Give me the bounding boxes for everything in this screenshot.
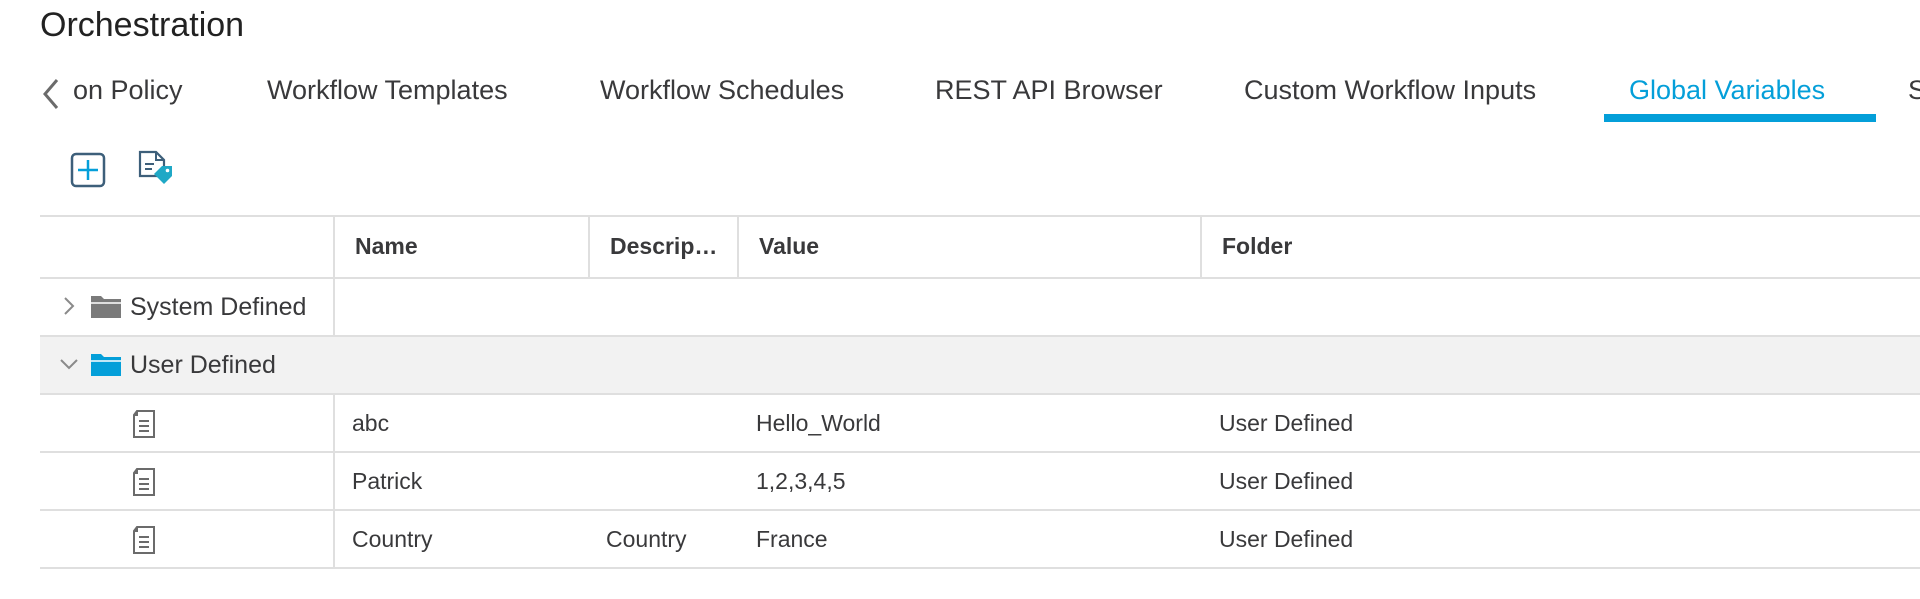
document-icon bbox=[133, 410, 155, 438]
cell-name: Country bbox=[352, 526, 433, 552]
group-label: User Defined bbox=[130, 351, 276, 379]
document-icon bbox=[133, 468, 155, 496]
active-tab-indicator bbox=[1604, 114, 1876, 122]
chevron-left-icon bbox=[43, 79, 59, 109]
cell-value: Hello_World bbox=[756, 410, 881, 436]
column-header-name[interactable]: Name bbox=[333, 217, 588, 277]
chevron-down-icon bbox=[60, 359, 78, 370]
cell-name: Patrick bbox=[352, 468, 423, 494]
document-icon bbox=[133, 526, 155, 554]
tab-bar: on Policy Workflow Templates Workflow Sc… bbox=[0, 62, 1920, 126]
add-variable-button[interactable] bbox=[66, 148, 110, 192]
chevron-right-icon bbox=[64, 297, 75, 315]
tab-orchestration-policy[interactable]: on Policy bbox=[73, 72, 183, 108]
table-row[interactable]: Patrick 1,2,3,4,5 User Defined bbox=[40, 453, 1920, 511]
tab-next-partial[interactable]: S bbox=[1908, 72, 1920, 108]
cell-value: France bbox=[756, 526, 828, 552]
global-variables-table: Name Descrip… Value Folder System Define… bbox=[40, 215, 1920, 569]
cell-folder: User Defined bbox=[1219, 468, 1354, 494]
tab-workflow-templates[interactable]: Workflow Templates bbox=[267, 72, 508, 108]
table-row[interactable]: abc Hello_World User Defined bbox=[40, 395, 1920, 453]
group-row-user-defined[interactable]: User Defined bbox=[40, 337, 1920, 395]
tab-rest-api-browser[interactable]: REST API Browser bbox=[935, 72, 1163, 108]
tab-global-variables[interactable]: Global Variables bbox=[1629, 72, 1825, 108]
cell-folder: User Defined bbox=[1219, 410, 1354, 436]
table-row[interactable]: Country Country France User Defined bbox=[40, 511, 1920, 569]
add-square-icon bbox=[70, 152, 106, 188]
tabs-scroll-left-button[interactable] bbox=[36, 76, 66, 112]
group-row-system-defined[interactable]: System Defined bbox=[40, 279, 1920, 337]
collapse-toggle[interactable] bbox=[58, 353, 80, 375]
column-header-description[interactable]: Descrip… bbox=[588, 217, 737, 277]
page-title: Orchestration bbox=[40, 6, 245, 44]
cell-name: abc bbox=[352, 410, 390, 436]
document-tag-icon bbox=[138, 150, 172, 184]
folder-icon bbox=[91, 296, 121, 318]
cell-description: Country bbox=[606, 526, 687, 552]
cell-value: 1,2,3,4,5 bbox=[756, 468, 846, 494]
cell-folder: User Defined bbox=[1219, 526, 1354, 552]
column-header-value[interactable]: Value bbox=[737, 217, 1200, 277]
expand-toggle[interactable] bbox=[58, 295, 80, 317]
folder-open-icon bbox=[91, 354, 121, 376]
tag-variable-button[interactable] bbox=[134, 148, 178, 192]
tab-custom-workflow-inputs[interactable]: Custom Workflow Inputs bbox=[1244, 72, 1536, 108]
toolbar bbox=[66, 148, 178, 194]
group-label: System Defined bbox=[130, 293, 307, 321]
column-header-folder[interactable]: Folder bbox=[1200, 217, 1920, 277]
table-header: Name Descrip… Value Folder bbox=[40, 215, 1920, 279]
tab-workflow-schedules[interactable]: Workflow Schedules bbox=[600, 72, 844, 108]
